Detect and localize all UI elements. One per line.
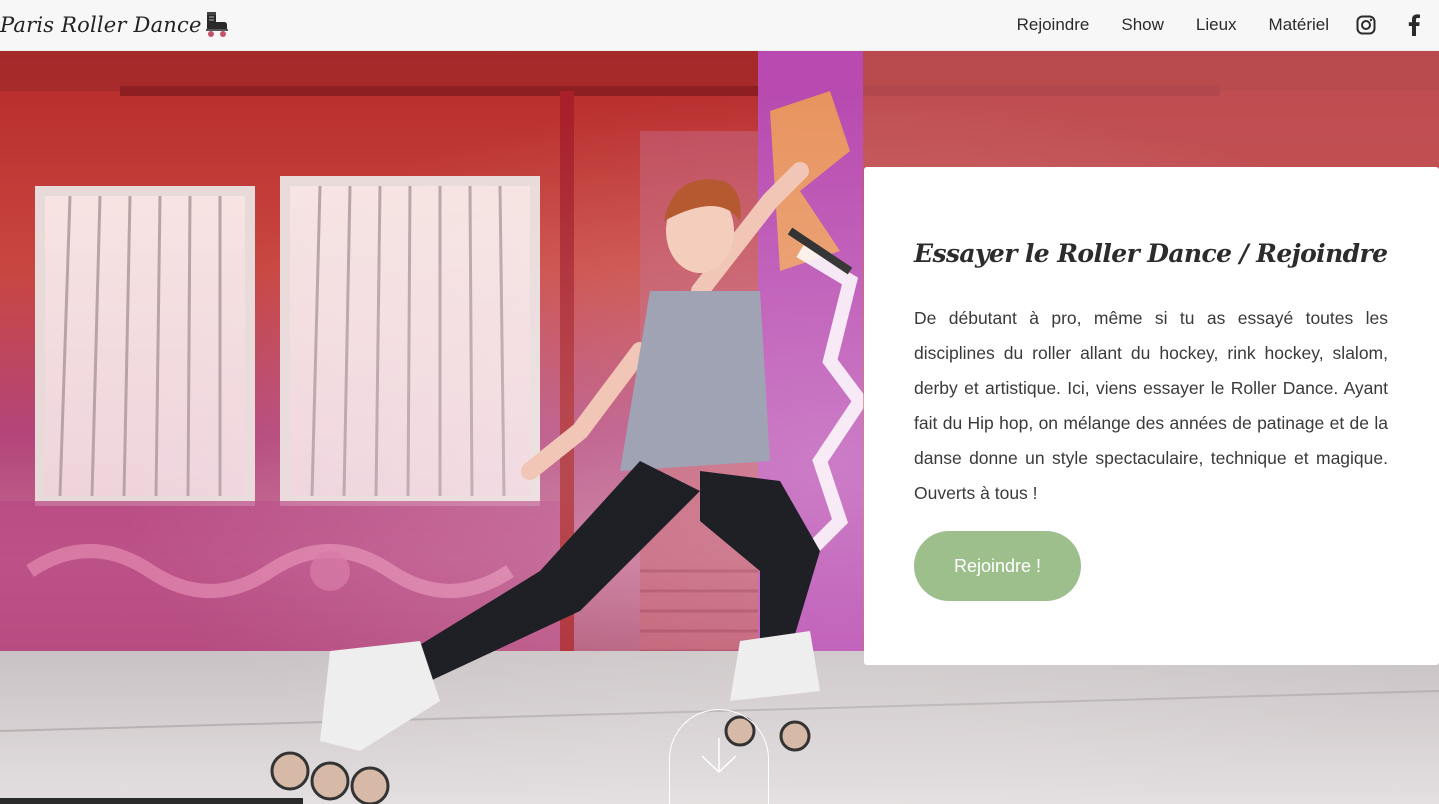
nav-links: Rejoindre Show Lieux Matériel	[985, 0, 1439, 51]
top-navigation: Paris Roller Dance Rejoindre Show Lieux …	[0, 0, 1439, 51]
scroll-down-button[interactable]	[669, 709, 769, 804]
join-card: Essayer le Roller Dance / Rejoindre De d…	[864, 167, 1439, 665]
facebook-icon[interactable]	[1403, 14, 1425, 36]
arrow-down-icon	[701, 738, 737, 774]
nav-link-lieux[interactable]: Lieux	[1196, 15, 1237, 35]
browser-status-bar	[0, 798, 303, 804]
card-body-text: De débutant à pro, même si tu as essayé …	[914, 308, 1388, 503]
hero-section: Essayer le Roller Dance / Rejoindre De d…	[0, 51, 1439, 804]
brand-logo-link[interactable]: Paris Roller Dance	[0, 0, 230, 51]
brand-name: Paris Roller Dance	[0, 13, 202, 37]
card-title: Essayer le Roller Dance / Rejoindre	[914, 239, 1388, 268]
join-button[interactable]: Rejoindre !	[914, 531, 1081, 601]
nav-link-materiel[interactable]: Matériel	[1269, 15, 1329, 35]
nav-link-rejoindre[interactable]: Rejoindre	[1017, 15, 1090, 35]
roller-skate-icon	[205, 12, 228, 37]
nav-link-show[interactable]: Show	[1121, 15, 1164, 35]
instagram-icon[interactable]	[1355, 14, 1377, 36]
